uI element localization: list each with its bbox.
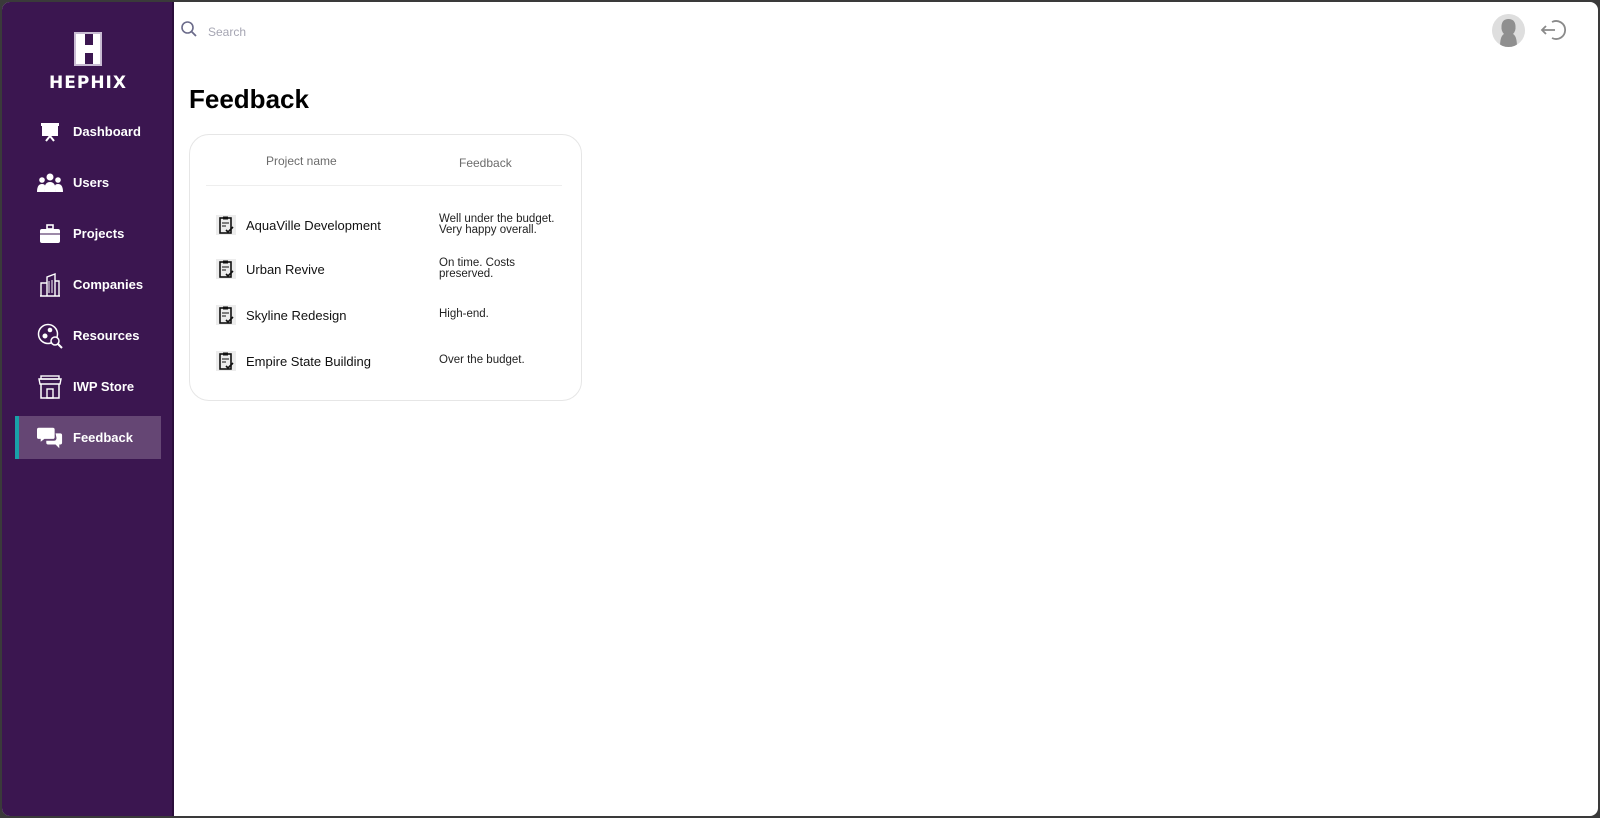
project-name: Empire State Building (246, 353, 372, 369)
feedback-text: Over the budget. (439, 354, 525, 367)
presentation-board-icon (37, 119, 63, 145)
table-row[interactable]: Urban Revive On time. Costs preserved. (216, 256, 566, 280)
storefront-icon (37, 374, 63, 400)
column-header-feedback: Feedback (459, 156, 512, 170)
chat-bubbles-icon (37, 425, 63, 451)
brand-logo[interactable]: HEPHIX (2, 32, 174, 93)
table-row[interactable]: Skyline Redesign High-end. (216, 305, 566, 325)
clipboard-check-icon (216, 305, 236, 325)
buildings-icon (37, 272, 63, 298)
sidebar-item-label: IWP Store (73, 379, 135, 394)
column-header-project-name: Project name (266, 154, 337, 168)
table-header: Project name Feedback (206, 135, 562, 186)
page-title: Feedback (189, 84, 309, 114)
sidebar-item-iwp-store[interactable]: IWP Store (15, 365, 161, 408)
sidebar-item-label: Projects (73, 226, 125, 241)
logo-mark-icon (74, 32, 102, 66)
table-row[interactable]: AquaVille Development Well under the bud… (216, 212, 566, 236)
clipboard-check-icon (216, 351, 236, 371)
feedback-text: Well under the budget. Very happy overal… (439, 212, 555, 236)
sidebar-item-label: Dashboard (73, 124, 141, 139)
search-bar[interactable] (180, 20, 508, 43)
sidebar-item-label: Resources (73, 328, 140, 343)
sidebar: HEPHIX Dashboard Users Projects Companie… (2, 2, 174, 816)
logout-icon[interactable] (1540, 18, 1566, 47)
feedback-text: High-end. (439, 308, 489, 321)
search-icon[interactable] (180, 20, 198, 43)
main-content: Feedback Project name Feedback AquaVille… (174, 2, 1598, 816)
search-input[interactable] (208, 24, 508, 39)
brand-name: HEPHIX (49, 73, 127, 93)
sidebar-item-label: Users (73, 175, 110, 190)
user-avatar-icon[interactable] (1492, 14, 1525, 47)
sidebar-item-dashboard[interactable]: Dashboard (15, 110, 161, 153)
sidebar-nav: Dashboard Users Projects Companies Resou… (15, 110, 161, 467)
feedback-table-card: Project name Feedback AquaVille Developm… (189, 134, 582, 401)
sidebar-item-resources[interactable]: Resources (15, 314, 161, 357)
sidebar-item-projects[interactable]: Projects (15, 212, 161, 255)
sidebar-item-label: Feedback (73, 430, 133, 445)
sidebar-item-companies[interactable]: Companies (15, 263, 161, 306)
resources-gear-search-icon (37, 323, 63, 349)
table-row[interactable]: Empire State Building Over the budget. (216, 351, 566, 371)
briefcase-icon (37, 221, 63, 247)
sidebar-item-feedback[interactable]: Feedback (15, 416, 161, 459)
project-name: AquaVille Development (246, 217, 381, 233)
sidebar-item-label: Companies (73, 277, 144, 292)
sidebar-item-users[interactable]: Users (15, 161, 161, 204)
project-name: Skyline Redesign (246, 307, 347, 323)
clipboard-check-icon (216, 215, 236, 235)
users-group-icon (37, 170, 63, 196)
clipboard-check-icon (216, 259, 236, 279)
feedback-text: On time. Costs preserved. (439, 256, 516, 280)
project-name: Urban Revive (246, 261, 325, 277)
app-window: HEPHIX Dashboard Users Projects Companie… (2, 2, 1598, 816)
